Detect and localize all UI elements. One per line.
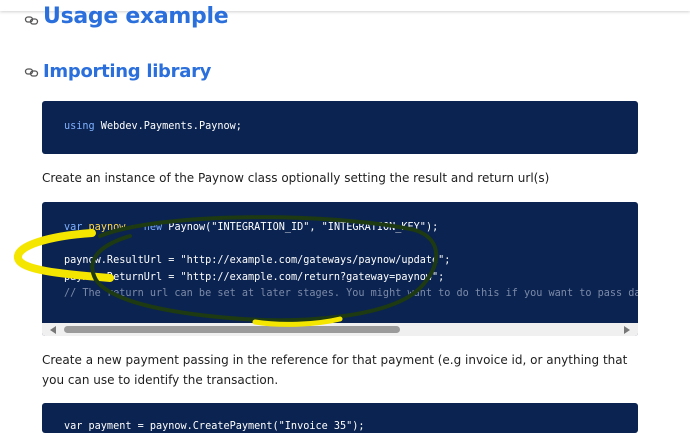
code-line: paynow.ResultUrl = "http://example.com/g… xyxy=(64,255,450,266)
code-text: paynow.ResultUrl = xyxy=(64,255,181,266)
heading-usage-example: Usage example xyxy=(24,4,229,29)
code-line: using Webdev.Payments.Paynow; xyxy=(64,121,242,132)
code-text: Paynow( xyxy=(162,222,212,233)
link-icon[interactable] xyxy=(24,9,40,25)
scroll-left-arrow-icon[interactable] xyxy=(50,326,56,334)
code-text: Webdev.Payments.Paynow; xyxy=(94,121,242,132)
code-string: "http://example.com/gateways/paynow/upda… xyxy=(180,255,445,266)
code-keyword: new xyxy=(143,222,163,233)
code-block-import: using Webdev.Payments.Paynow; xyxy=(42,101,638,154)
horizontal-scrollbar[interactable] xyxy=(42,323,638,336)
code-keyword: using xyxy=(64,121,95,132)
link-icon[interactable] xyxy=(24,64,40,80)
paragraph-create-instance: Create an instance of the Paynow class o… xyxy=(42,171,550,185)
code-line: paynow.ReturnUrl = "http://example.com/r… xyxy=(64,272,444,283)
heading-text: Importing library xyxy=(43,61,212,82)
scroll-thumb[interactable] xyxy=(64,326,400,333)
code-line: var paynow = new Paynow("INTEGRATION_ID"… xyxy=(64,222,438,233)
code-string: "http://example.com/return?gateway=payno… xyxy=(180,272,439,283)
code-text: paynow.ReturnUrl = xyxy=(64,272,181,283)
code-text: = xyxy=(125,222,144,233)
code-string: "INTEGRATION_ID" xyxy=(211,222,310,233)
code-block-payment: var payment = paynow.CreatePayment("Invo… xyxy=(42,403,638,433)
code-keyword: var xyxy=(64,222,83,233)
code-comment: // The return url can be set at later st… xyxy=(64,288,638,299)
code-block-instance: var paynow = new Paynow("INTEGRATION_ID"… xyxy=(42,202,638,336)
code-text: ; xyxy=(438,272,445,283)
heading-text: Usage example xyxy=(43,4,229,29)
scroll-right-arrow-icon[interactable] xyxy=(624,326,630,334)
code-text: , xyxy=(309,222,322,233)
heading-importing-library: Importing library xyxy=(24,61,211,82)
code-text: ); xyxy=(425,222,439,233)
code-text: ; xyxy=(444,255,451,266)
code-string: "INTEGRATION_KEY" xyxy=(321,222,426,233)
code-variable: paynow xyxy=(88,222,126,233)
paragraph-create-payment: Create a new payment passing in the refe… xyxy=(42,353,628,387)
